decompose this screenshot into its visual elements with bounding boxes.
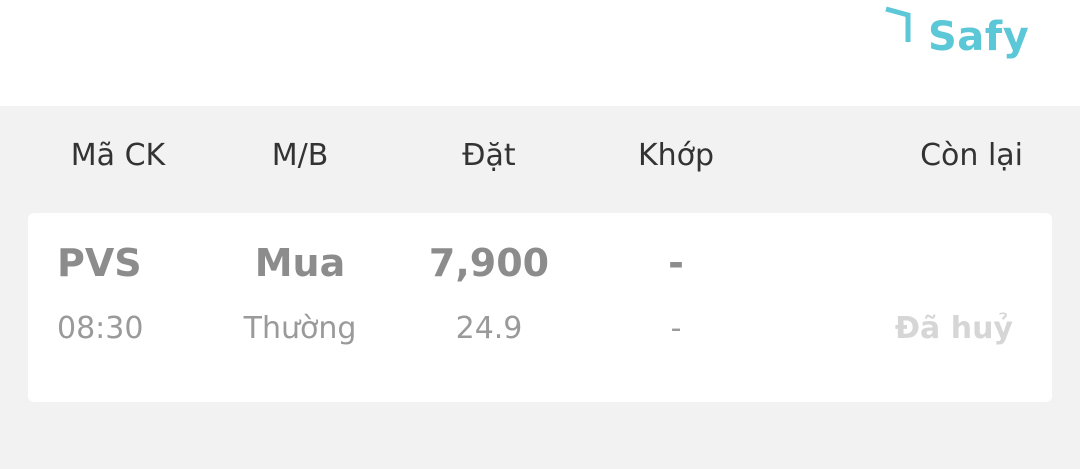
- order-price: 24.9: [455, 311, 523, 346]
- bracket-logo-icon: [884, 6, 912, 44]
- order-table-header: Mã CK M/B Đặt Khớp Còn lại: [0, 138, 1080, 186]
- top-bar: Safy: [0, 0, 1080, 106]
- order-status: Đã huỷ: [894, 311, 1013, 346]
- order-matched-price: -: [670, 311, 682, 346]
- column-header-order: Đặt: [462, 138, 516, 173]
- brand-logo: Safy: [884, 6, 1029, 60]
- order-type: Thường: [243, 311, 357, 346]
- brand-name: Safy: [928, 14, 1030, 60]
- column-header-matched: Khớp: [637, 138, 715, 173]
- order-matched-quantity: -: [668, 241, 684, 285]
- column-header-symbol: Mã CK: [70, 138, 166, 173]
- order-card[interactable]: PVS Mua 7,900 - 08:30 Thường 24.9 - Đã h…: [28, 213, 1052, 402]
- order-time: 08:30: [57, 311, 144, 346]
- order-quantity: 7,900: [428, 241, 550, 285]
- order-side: Mua: [254, 241, 346, 285]
- column-header-side: M/B: [271, 138, 329, 173]
- column-header-remaining: Còn lại: [920, 138, 1023, 173]
- order-symbol: PVS: [57, 241, 142, 285]
